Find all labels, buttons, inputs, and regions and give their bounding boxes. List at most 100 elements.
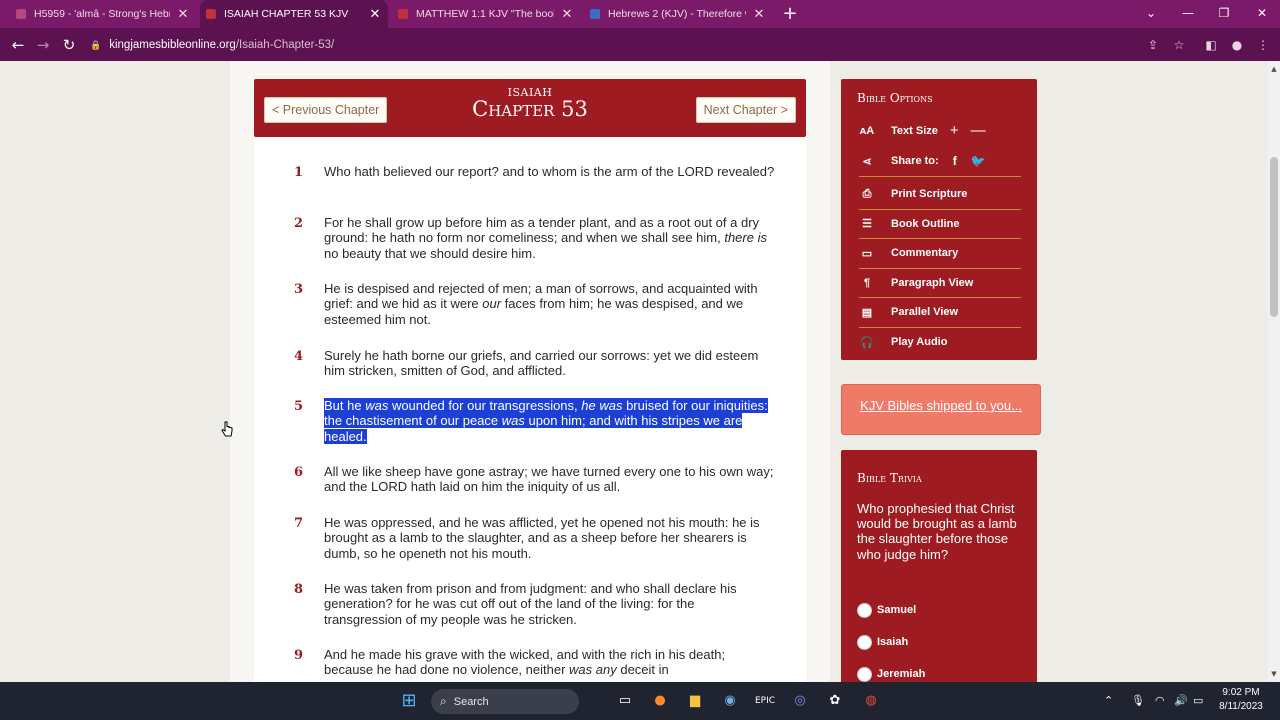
option-label: Print Scripture <box>891 188 968 201</box>
text-size-label: Text Size <box>891 124 938 137</box>
task-view-icon[interactable]: ▭ <box>614 690 636 712</box>
firefox-icon[interactable]: ● <box>649 690 671 712</box>
reload-icon[interactable]: ↻ <box>58 34 80 56</box>
option-label: Commentary <box>891 247 959 260</box>
verse-number[interactable]: 5 <box>294 399 303 414</box>
verse-text: And he made his grave with the wicked, a… <box>324 647 726 678</box>
steam-icon[interactable]: ◉ <box>719 690 741 712</box>
text-size-row: ᴀA Text Size + — <box>859 116 1021 146</box>
epic-games-icon[interactable]: EPIC <box>754 690 776 712</box>
wifi-icon[interactable]: ◠ <box>1155 694 1165 707</box>
option-label: Play Audio <box>891 336 948 349</box>
chatgpt-icon[interactable]: ✿ <box>824 690 846 712</box>
bookmark-star-icon[interactable]: ☆ <box>1170 36 1188 54</box>
browser-tab-4[interactable]: Hebrews 2 (KJV) - Therefore we c ✕ <box>584 0 772 28</box>
browser-tab-2[interactable]: ISAIAH CHAPTER 53 KJV ✕ <box>200 0 388 28</box>
option-label: Paragraph View <box>891 276 974 289</box>
microphone-icon[interactable]: 🎙 <box>1131 694 1145 707</box>
address-bar[interactable]: 🔒 kingjamesbibleonline.org /Isaiah-Chapt… <box>90 33 1190 57</box>
radio-button[interactable] <box>857 634 872 650</box>
taskbar-clock[interactable]: 9:02 PM 8/11/2023 <box>1212 686 1270 714</box>
trivia-answer-isaiah[interactable]: Isaiah <box>857 634 908 650</box>
file-explorer-icon[interactable]: ▆ <box>684 690 706 712</box>
twitter-icon[interactable]: 🐦 <box>971 154 986 168</box>
kjv-bibles-link[interactable]: KJV Bibles shipped to you... <box>860 398 1022 413</box>
browser-tab-3[interactable]: MATTHEW 1:1 KJV "The book of ✕ <box>392 0 580 28</box>
discord-icon[interactable]: ◎ <box>789 690 811 712</box>
close-icon[interactable]: ✕ <box>560 6 574 22</box>
back-icon[interactable]: ← <box>7 34 29 56</box>
windows-taskbar: ⊞ ⌕ Search ▭ ● ▆ ◉ EPIC ◎ ✿ ◍ ⌃ 🎙 ◠ 🔊 ▭ … <box>0 682 1280 720</box>
profile-icon[interactable]: ● <box>1228 36 1246 54</box>
close-icon[interactable]: ✕ <box>176 6 190 22</box>
next-chapter-button[interactable]: Next Chapter > <box>695 97 796 123</box>
text-size-decrease-button[interactable]: — <box>971 122 986 139</box>
option-print-scripture[interactable]: ⎙ Print Scripture <box>859 180 1021 210</box>
search-icon: ⌕ <box>440 694 447 708</box>
share-label: Share to: <box>891 155 939 168</box>
chrome-icon[interactable]: ◍ <box>860 690 882 712</box>
tab-title: H5959 - 'almâ - Strong's Hebrew <box>34 8 170 20</box>
option-commentary[interactable]: ▭ Commentary <box>859 239 1021 269</box>
option-paragraph-view[interactable]: ¶ Paragraph View <box>859 269 1021 298</box>
verse-number[interactable]: 9 <box>294 648 303 663</box>
verse-number[interactable]: 8 <box>294 582 303 597</box>
verse-number[interactable]: 3 <box>294 282 303 297</box>
scrollbar-thumb[interactable] <box>1270 157 1278 317</box>
verse-number[interactable]: 4 <box>294 349 303 364</box>
tab-search-icon[interactable]: ⌄ <box>1133 0 1169 28</box>
tab-title: Hebrews 2 (KJV) - Therefore we c <box>608 8 746 20</box>
new-tab-button[interactable]: + <box>780 3 800 25</box>
tab-favicon-icon <box>16 9 26 19</box>
minimize-icon[interactable]: — <box>1170 0 1206 28</box>
close-icon[interactable]: ✕ <box>752 6 766 22</box>
radio-button[interactable] <box>857 602 872 618</box>
maximize-icon[interactable]: ❐ <box>1206 0 1242 28</box>
windows-start-icon[interactable]: ⊞ <box>398 690 420 712</box>
trivia-answer-jeremiah[interactable]: Jeremiah <box>857 666 925 682</box>
page-scrollbar[interactable]: ▲ ▼ <box>1268 61 1280 682</box>
browser-tab-strip: H5959 - 'almâ - Strong's Hebrew ✕ ISAIAH… <box>0 0 1280 28</box>
verse-number[interactable]: 1 <box>294 165 303 180</box>
verse-number[interactable]: 7 <box>294 516 303 531</box>
book-icon: ▭ <box>861 247 873 260</box>
search-label: Search <box>453 695 489 708</box>
printer-icon: ⎙ <box>862 187 872 200</box>
browser-toolbar: ← → ↻ 🔒 kingjamesbibleonline.org /Isaiah… <box>0 28 1280 61</box>
close-icon[interactable]: ✕ <box>368 6 382 22</box>
side-panel-icon[interactable]: ◧ <box>1202 36 1220 54</box>
scroll-up-icon[interactable]: ▲ <box>1268 63 1280 75</box>
kjv-bibles-promo: KJV Bibles shipped to you... <box>841 384 1041 435</box>
taskbar-search[interactable]: ⌕ Search <box>431 689 579 714</box>
bible-options-panel: Bible Options ᴀA Text Size + — ⋖ Share t… <box>841 79 1037 360</box>
browser-tab-1[interactable]: H5959 - 'almâ - Strong's Hebrew ✕ <box>10 0 196 28</box>
verse-number[interactable]: 2 <box>294 216 303 231</box>
window-close-icon[interactable]: ✕ <box>1244 0 1280 28</box>
list-icon: ☰ <box>862 218 872 231</box>
verse-text: Surely he hath borne our griefs, and car… <box>324 348 759 379</box>
facebook-icon[interactable]: f <box>953 154 957 168</box>
battery-icon[interactable]: ▭ <box>1193 694 1203 707</box>
url-path: /Isaiah-Chapter-53/ <box>235 39 335 51</box>
verse-number[interactable]: 6 <box>294 465 303 480</box>
option-label: Parallel View <box>891 306 959 319</box>
menu-kebab-icon[interactable]: ⋮ <box>1254 36 1272 54</box>
option-book-outline[interactable]: ☰ Book Outline <box>859 210 1021 239</box>
radio-button[interactable] <box>857 666 872 682</box>
verse-text: Who hath believed our report? and to who… <box>324 164 775 179</box>
pilcrow-icon: ¶ <box>863 276 871 289</box>
trivia-answer-samuel[interactable]: Samuel <box>857 602 916 618</box>
text-size-increase-button[interactable]: + <box>950 122 959 139</box>
trivia-question: Who prophesied that Christ would be brou… <box>857 501 1017 562</box>
volume-icon[interactable]: 🔊 <box>1174 694 1188 707</box>
trivia-title: Bible Trivia <box>857 471 922 485</box>
scroll-down-icon[interactable]: ▼ <box>1268 668 1280 680</box>
option-play-audio[interactable]: 🎧 Play Audio <box>859 328 1021 358</box>
option-parallel-view[interactable]: ▤ Parallel View <box>859 298 1021 328</box>
share-page-icon[interactable]: ⇪ <box>1144 36 1162 54</box>
forward-icon[interactable]: → <box>32 34 54 56</box>
web-page: < Previous Chapter ISAIAH Chapter 53 Nex… <box>0 61 1268 682</box>
verse-text: For he shall grow up before him as a ten… <box>324 215 767 261</box>
columns-icon: ▤ <box>861 306 873 319</box>
tray-chevron-icon[interactable]: ⌃ <box>1104 694 1113 707</box>
